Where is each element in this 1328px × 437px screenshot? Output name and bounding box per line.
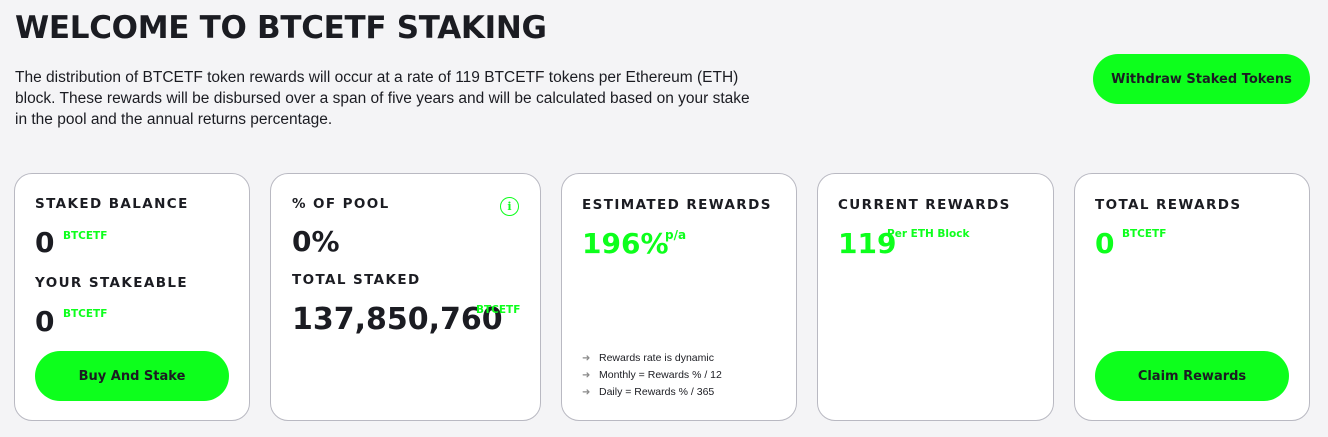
list-item: ➜ Rewards rate is dynamic <box>582 350 722 367</box>
stakeable-label: YOUR STAKEABLE <box>35 275 189 291</box>
list-item: ➜ Monthly = Rewards % / 12 <box>582 367 722 384</box>
total-rewards-unit: BTCETF <box>1122 228 1167 240</box>
current-rewards-label: CURRENT REWARDS <box>838 197 1011 213</box>
rewards-notes-list: ➜ Rewards rate is dynamic ➜ Monthly = Rewa… <box>582 350 722 401</box>
total-rewards-value: 0 <box>1095 227 1115 260</box>
total-staked-value: 137,850,760 <box>292 302 503 337</box>
withdraw-staked-tokens-button[interactable]: Withdraw Staked Tokens <box>1093 54 1310 104</box>
info-icon[interactable]: i <box>500 197 519 216</box>
staked-balance-card: STAKED BALANCE 0 BTCETF YOUR STAKEABLE 0… <box>14 173 250 421</box>
page-title: WELCOME TO BTCETF STAKING <box>15 10 547 46</box>
total-staked-unit: BTCETF <box>476 304 521 316</box>
note-text: Rewards rate is dynamic <box>599 352 714 364</box>
claim-rewards-button[interactable]: Claim Rewards <box>1095 351 1289 401</box>
stakeable-value: 0 <box>35 305 55 338</box>
estimated-rewards-card: ESTIMATED REWARDS 196% p/a ➜ Rewards rate… <box>561 173 797 421</box>
current-rewards-card: CURRENT REWARDS 119 Per ETH Block <box>817 173 1054 421</box>
total-rewards-label: TOTAL REWARDS <box>1095 197 1242 213</box>
page-description: The distribution of BTCETF token rewards… <box>15 69 750 128</box>
total-rewards-card: TOTAL REWARDS 0 BTCETF Claim Rewards <box>1074 173 1310 421</box>
buy-and-stake-button[interactable]: Buy And Stake <box>35 351 229 401</box>
staked-balance-unit: BTCETF <box>63 230 108 242</box>
staked-balance-label: STAKED BALANCE <box>35 196 189 212</box>
staked-balance-value: 0 <box>35 226 55 259</box>
arrow-right-icon: ➜ <box>582 387 591 398</box>
stakeable-unit: BTCETF <box>63 308 108 320</box>
pool-share-value: 0% <box>292 225 340 258</box>
estimated-rewards-label: ESTIMATED REWARDS <box>582 197 772 213</box>
pool-share-card: % OF POOL i 0% TOTAL STAKED 137,850,760 … <box>270 173 541 421</box>
list-item: ➜ Daily = Rewards % / 365 <box>582 384 722 401</box>
pool-share-label: % OF POOL <box>292 196 390 212</box>
estimated-rewards-unit: p/a <box>665 228 687 242</box>
total-staked-label: TOTAL STAKED <box>292 272 421 288</box>
estimated-rewards-value: 196% <box>582 227 669 260</box>
arrow-right-icon: ➜ <box>582 353 591 364</box>
note-text: Daily = Rewards % / 365 <box>599 386 715 398</box>
note-text: Monthly = Rewards % / 12 <box>599 369 722 381</box>
arrow-right-icon: ➜ <box>582 370 591 381</box>
current-rewards-unit: Per ETH Block <box>887 228 970 240</box>
